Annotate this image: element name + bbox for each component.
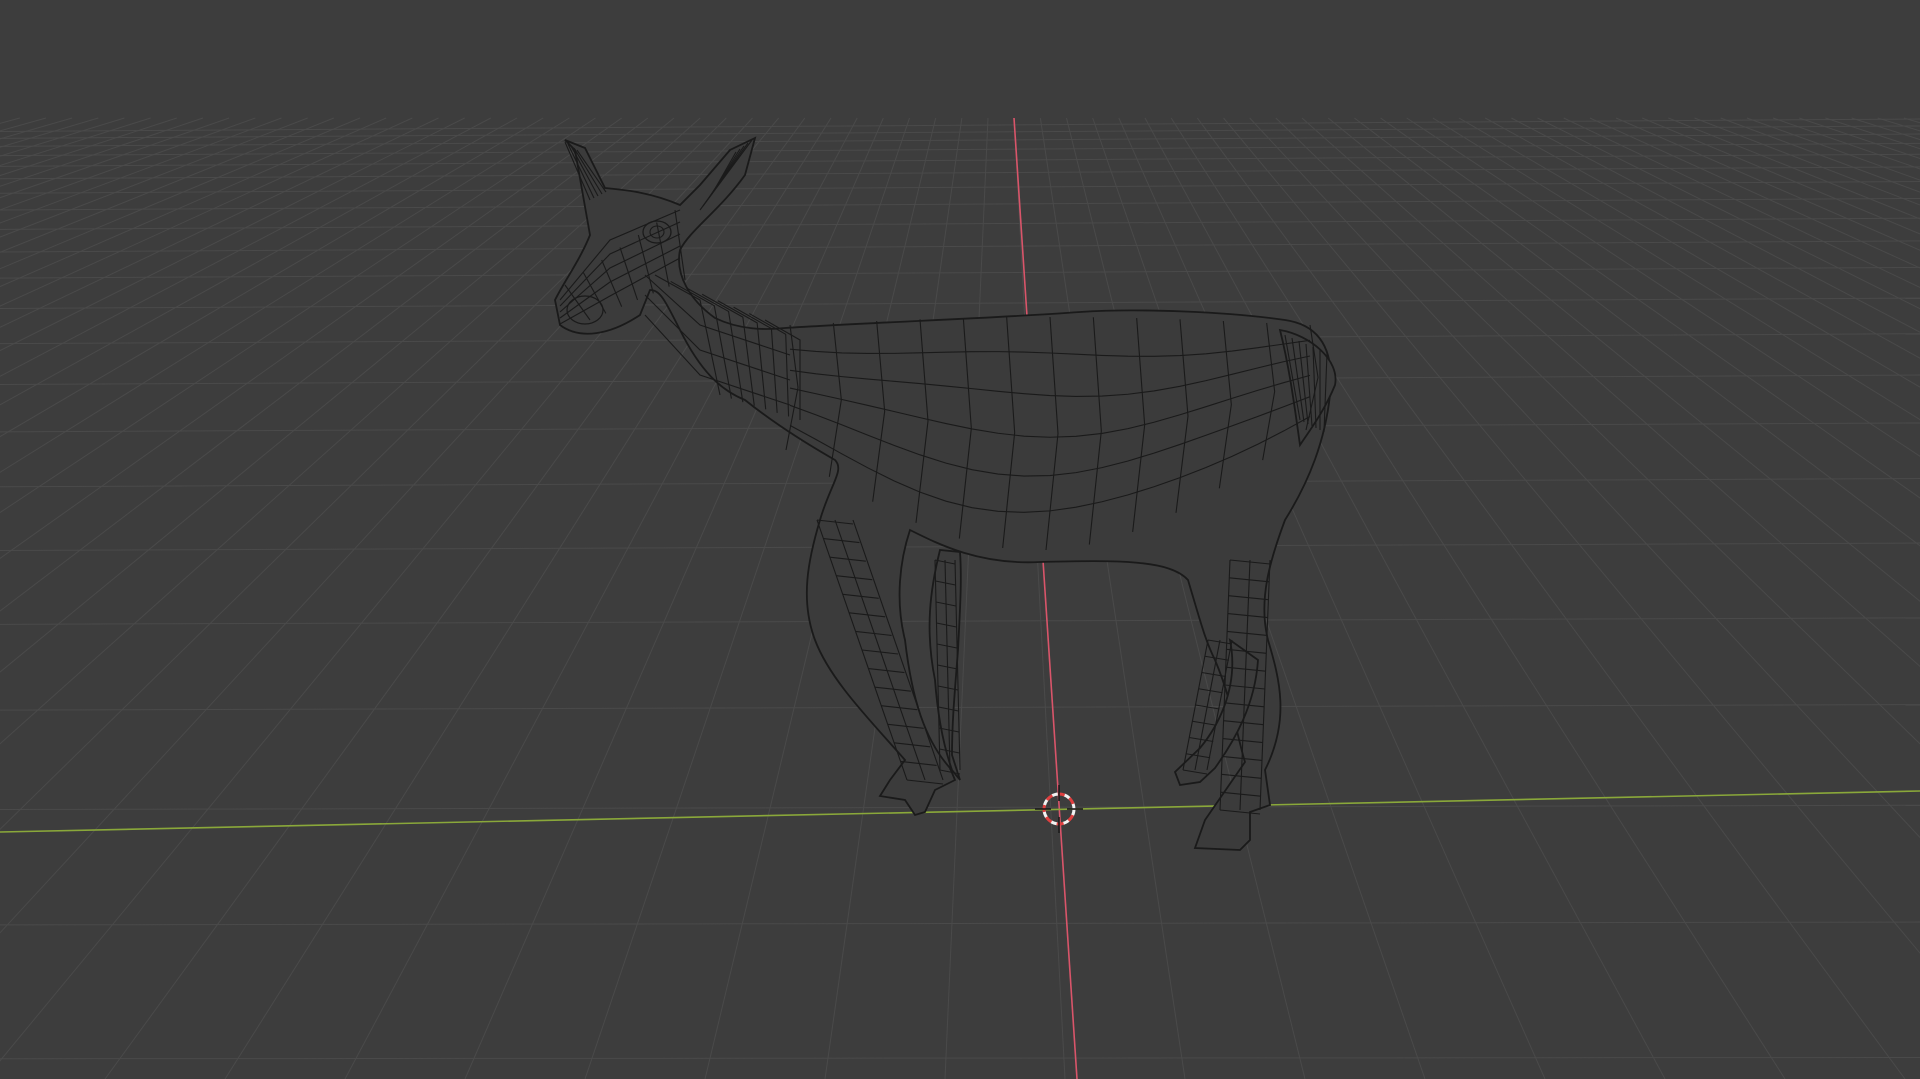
viewport-canvas[interactable] — [0, 0, 1920, 1079]
3d-viewport[interactable] — [0, 0, 1920, 1079]
y-axis-line — [1013, 117, 1078, 1079]
x-axis-line — [0, 790, 1920, 833]
